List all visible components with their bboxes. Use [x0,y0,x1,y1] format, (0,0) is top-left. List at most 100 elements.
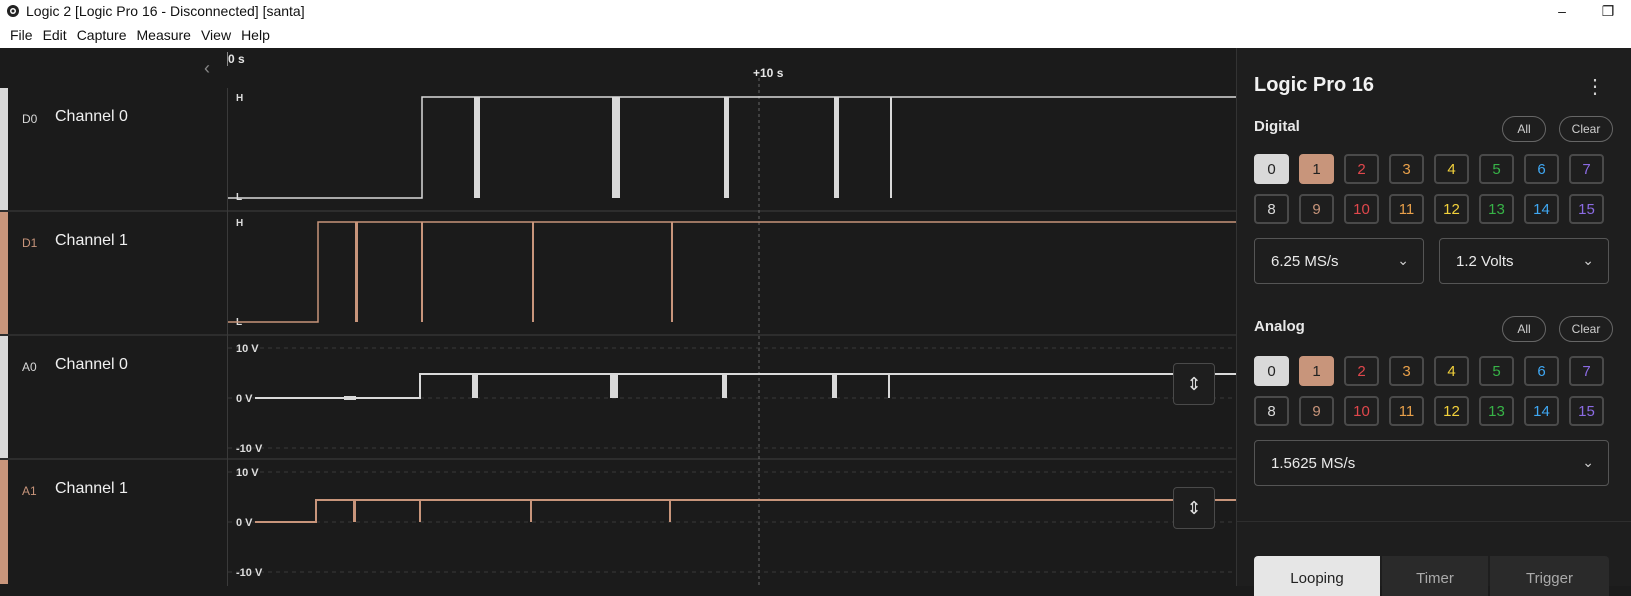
a1-mid-label: 0 V [236,517,253,529]
window-controls: – ❐ [1539,0,1631,22]
tab-trigger[interactable]: Trigger [1490,556,1609,596]
d0-pulse [474,97,480,198]
digital-channel-button-8[interactable]: 8 [1254,194,1289,224]
digital-sample-rate-select[interactable]: 6.25 MS/s ⌄ [1254,238,1424,284]
voltage-select[interactable]: 1.2 Volts ⌄ [1439,238,1609,284]
waveform-area[interactable]: ‹ 0 s +10 s D0 Channel 0 D1 Channel 1 A0… [0,48,1236,586]
d1-pulse [532,222,534,322]
d1-pulse [671,222,673,322]
d1-pulse [421,222,423,322]
fit-vertical-icon: ⇕ [1186,497,1202,518]
analog-clear-button[interactable]: Clear [1559,316,1613,342]
a0-bot-label: -10 V [236,443,263,455]
digital-channel-button-2[interactable]: 2 [1344,154,1379,184]
a0-pulse [722,374,727,398]
digital-channel-button-5[interactable]: 5 [1479,154,1514,184]
a0-autoscale-button[interactable]: ⇕ [1173,363,1215,405]
digital-channel-button-7[interactable]: 7 [1569,154,1604,184]
restore-button[interactable]: ❐ [1585,3,1631,20]
digital-channel-button-3[interactable]: 3 [1389,154,1424,184]
analog-all-button[interactable]: All [1502,316,1546,342]
a0-pulse [610,374,618,398]
menu-bar: File Edit Capture Measure View Help [0,22,1631,48]
analog-channel-button-11[interactable]: 11 [1389,396,1424,426]
analog-channel-button-6[interactable]: 6 [1524,356,1559,386]
digital-channel-button-13[interactable]: 13 [1479,194,1514,224]
a1-autoscale-button[interactable]: ⇕ [1173,487,1215,529]
analog-channel-button-13[interactable]: 13 [1479,396,1514,426]
device-name: Logic Pro 16 [1254,74,1375,96]
a0-top-label: 10 V [236,343,259,355]
tab-timer[interactable]: Timer [1382,556,1488,596]
menu-measure[interactable]: Measure [132,22,196,48]
tab-looping[interactable]: Looping [1254,556,1380,596]
a0-mid-label: 0 V [236,393,253,405]
d0-high-label: H [236,93,243,104]
analog-channel-button-9[interactable]: 9 [1299,396,1334,426]
analog-channel-button-4[interactable]: 4 [1434,356,1469,386]
a1-top-label: 10 V [236,467,259,479]
digital-channel-button-9[interactable]: 9 [1299,194,1334,224]
panel-divider [1237,521,1631,522]
analog-channel-button-12[interactable]: 12 [1434,396,1469,426]
digital-channel-button-0[interactable]: 0 [1254,154,1289,184]
analog-channel-button-7[interactable]: 7 [1569,356,1604,386]
analog-section-title: Analog [1254,318,1305,335]
device-settings-panel: Logic Pro 16 ⋮ Digital All Clear 0123456… [1236,48,1631,596]
analog-sample-rate-select[interactable]: 1.5625 MS/s ⌄ [1254,440,1609,486]
voltage-value: 1.2 Volts [1456,252,1514,270]
digital-channel-button-6[interactable]: 6 [1524,154,1559,184]
sample-rate-value: 6.25 MS/s [1271,252,1339,270]
d1-high-label: H [236,218,243,229]
menu-edit[interactable]: Edit [38,22,72,48]
analog-channel-button-14[interactable]: 14 [1524,396,1559,426]
sample-rate-value: 1.5625 MS/s [1271,454,1356,472]
digital-channel-button-1[interactable]: 1 [1299,154,1334,184]
digital-all-button[interactable]: All [1502,116,1546,142]
a1-pulse [353,500,356,522]
title-bar: Logic 2 [Logic Pro 16 - Disconnected] [s… [0,0,1631,22]
menu-view[interactable]: View [196,22,236,48]
digital-channel-button-4[interactable]: 4 [1434,154,1469,184]
logic-app-icon [6,4,20,18]
a0-pulse [832,374,837,398]
chevron-down-icon: ⌄ [1582,454,1594,470]
fit-vertical-icon: ⇕ [1186,373,1202,394]
minimize-button[interactable]: – [1539,3,1585,19]
a0-pulse [888,374,890,398]
kebab-menu-icon[interactable]: ⋮ [1585,74,1605,99]
a1-pulse [419,500,421,522]
digital-section-title: Digital [1254,118,1300,135]
analog-channel-button-1[interactable]: 1 [1299,356,1334,386]
d1-pulse [355,222,358,322]
menu-help[interactable]: Help [236,22,275,48]
waveform-canvas[interactable]: H L H L 10 V 0 V -10 V 10 V 0 V -10 V [0,48,1236,586]
a0-pulse [472,374,478,398]
d0-pulse [890,97,892,198]
analog-channel-button-0[interactable]: 0 [1254,356,1289,386]
digital-channel-button-12[interactable]: 12 [1434,194,1469,224]
analog-channel-button-8[interactable]: 8 [1254,396,1289,426]
chevron-down-icon: ⌄ [1397,252,1409,268]
d0-pulse [834,97,839,198]
analog-channel-button-15[interactable]: 15 [1569,396,1604,426]
analog-channel-button-5[interactable]: 5 [1479,356,1514,386]
d0-pulse [724,97,729,198]
menu-capture[interactable]: Capture [72,22,132,48]
digital-channel-button-10[interactable]: 10 [1344,194,1379,224]
analog-channel-button-2[interactable]: 2 [1344,356,1379,386]
a0-waveform [255,373,1236,399]
d1-waveform [228,221,1236,323]
digital-clear-button[interactable]: Clear [1559,116,1613,142]
analog-channel-button-10[interactable]: 10 [1344,396,1379,426]
digital-channel-button-11[interactable]: 11 [1389,194,1424,224]
a1-pulse [530,500,532,522]
d0-pulse [612,97,620,198]
d0-waveform [228,96,1236,199]
chevron-down-icon: ⌄ [1582,252,1594,268]
digital-channel-button-14[interactable]: 14 [1524,194,1559,224]
a1-waveform [255,499,1236,523]
analog-channel-button-3[interactable]: 3 [1389,356,1424,386]
digital-channel-button-15[interactable]: 15 [1569,194,1604,224]
menu-file[interactable]: File [0,22,38,48]
